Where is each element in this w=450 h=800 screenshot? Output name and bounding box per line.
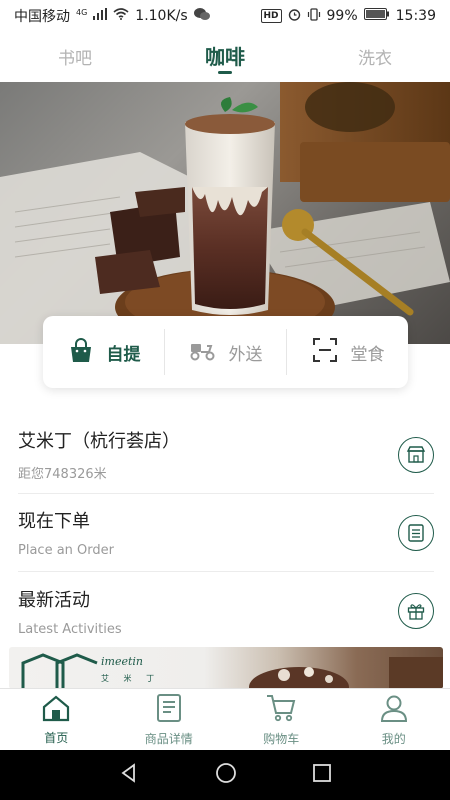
place-order-row[interactable]: 现在下单 Place an Order bbox=[18, 494, 434, 572]
scan-icon bbox=[311, 336, 339, 368]
document-icon bbox=[155, 693, 183, 727]
store-name: 艾米丁（杭行荟店） bbox=[18, 431, 180, 452]
bottom-nav: 首页 商品详情 购物车 我的 bbox=[0, 688, 450, 750]
user-icon bbox=[379, 693, 409, 727]
home-circle-icon[interactable] bbox=[215, 762, 237, 788]
info-list: 艾米丁（杭行荟店） 距您748326米 现在下单 Place an Order … bbox=[18, 416, 434, 650]
hero-banner-image[interactable] bbox=[0, 82, 450, 344]
nav-label: 商品详情 bbox=[144, 731, 193, 746]
activities-subtitle: Latest Activities bbox=[18, 621, 122, 637]
back-icon[interactable] bbox=[118, 762, 140, 788]
scooter-icon bbox=[189, 338, 217, 366]
tab-book-bar[interactable]: 书吧 bbox=[0, 36, 150, 82]
mode-label: 堂食 bbox=[350, 344, 385, 365]
nav-label: 购物车 bbox=[263, 731, 300, 746]
status-bar: 中国移动 4G 1.10K/s HD 99% 15:39 bbox=[0, 0, 450, 32]
tab-label: 洗衣 bbox=[358, 49, 392, 69]
place-order-title: 现在下单 bbox=[18, 511, 90, 532]
activities-title: 最新活动 bbox=[18, 589, 90, 611]
place-order-subtitle: Place an Order bbox=[18, 543, 114, 558]
tab-label: 书吧 bbox=[58, 49, 92, 69]
promo-brand-cn: 艾 米 丁 bbox=[101, 674, 161, 683]
mode-delivery-button[interactable]: 外送 bbox=[164, 329, 286, 375]
promo-logo-graphic bbox=[21, 653, 443, 689]
nav-cart[interactable]: 购物车 bbox=[225, 689, 338, 750]
order-list-icon[interactable] bbox=[398, 514, 434, 551]
activities-text: 最新活动 Latest Activities bbox=[18, 586, 122, 637]
activities-row[interactable]: 最新活动 Latest Activities bbox=[18, 572, 434, 650]
cart-icon bbox=[265, 693, 297, 727]
order-mode-card: 自提 外送 堂食 bbox=[43, 316, 408, 388]
system-nav-bar bbox=[0, 750, 450, 800]
store-distance: 距您748326米 bbox=[18, 467, 107, 482]
battery-icon bbox=[363, 8, 390, 24]
nav-profile[interactable]: 我的 bbox=[338, 689, 450, 750]
hd-badge: HD bbox=[260, 9, 282, 23]
active-tab-indicator bbox=[218, 71, 232, 74]
promo-brand: imeetin bbox=[101, 655, 143, 668]
mode-pickup-button[interactable]: 自提 bbox=[43, 329, 164, 375]
carrier-label: 中国移动 bbox=[14, 9, 70, 25]
wifi-icon bbox=[113, 8, 129, 24]
signal-icon bbox=[93, 8, 108, 24]
home-icon bbox=[41, 694, 71, 726]
alarm-icon bbox=[288, 8, 301, 25]
recents-icon[interactable] bbox=[312, 763, 332, 787]
tab-label: 咖啡 bbox=[205, 45, 245, 69]
promo-banner[interactable]: imeetin 艾 米 丁 bbox=[9, 647, 443, 689]
tab-laundry[interactable]: 洗衣 bbox=[300, 36, 450, 82]
network-speed: 1.10K/s bbox=[135, 8, 188, 24]
nav-home[interactable]: 首页 bbox=[0, 689, 113, 750]
nav-label: 我的 bbox=[381, 731, 406, 746]
mode-label: 自提 bbox=[106, 344, 141, 365]
status-left: 中国移动 4G 1.10K/s bbox=[14, 6, 210, 26]
top-tabs: 书吧 咖啡 洗衣 bbox=[0, 36, 450, 82]
nav-product-details[interactable]: 商品详情 bbox=[113, 689, 226, 750]
mode-label: 外送 bbox=[228, 344, 263, 365]
vibrate-icon bbox=[307, 7, 321, 25]
shopping-bag-icon bbox=[67, 336, 95, 368]
wechat-icon bbox=[193, 7, 210, 25]
clock: 15:39 bbox=[395, 8, 436, 24]
tab-coffee[interactable]: 咖啡 bbox=[150, 36, 300, 82]
mode-dine-in-button[interactable]: 堂食 bbox=[286, 329, 408, 375]
store-icon[interactable] bbox=[398, 436, 434, 473]
network-type: 4G bbox=[76, 7, 88, 17]
status-right: HD 99% 15:39 bbox=[260, 7, 436, 25]
battery-percent: 99% bbox=[326, 8, 358, 24]
store-row[interactable]: 艾米丁（杭行荟店） 距您748326米 bbox=[18, 416, 434, 494]
nav-label: 首页 bbox=[44, 730, 69, 745]
gift-icon[interactable] bbox=[398, 593, 434, 629]
place-order-text: 现在下单 Place an Order bbox=[18, 507, 114, 558]
store-text: 艾米丁（杭行荟店） 距您748326米 bbox=[18, 427, 180, 482]
